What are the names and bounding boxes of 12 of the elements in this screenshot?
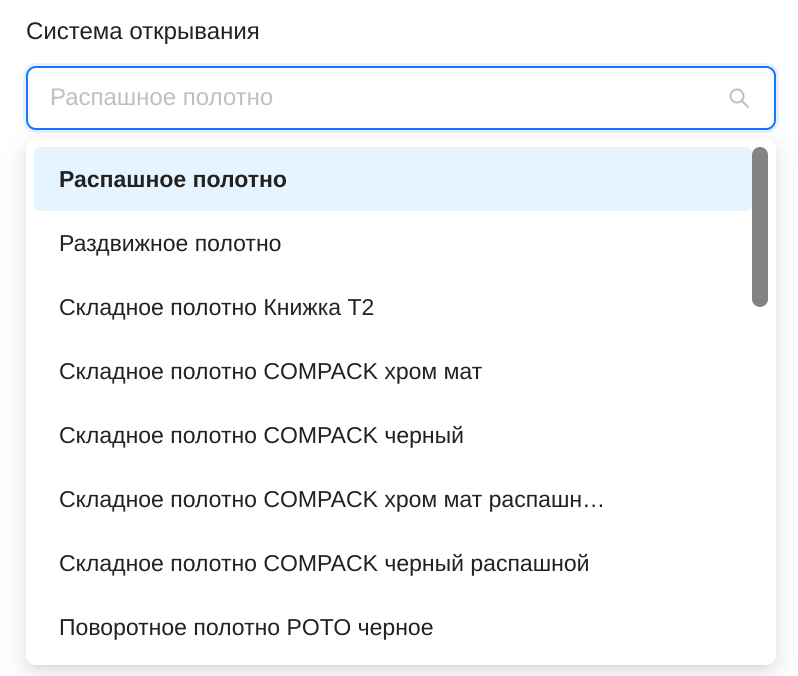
dropdown-option[interactable]: Распашное полотно bbox=[34, 147, 752, 211]
scrollbar-thumb[interactable] bbox=[752, 147, 768, 307]
search-field[interactable]: Распашное полотно bbox=[26, 66, 776, 130]
dropdown-option[interactable]: Раздвижное полотно bbox=[34, 211, 752, 275]
dropdown-option[interactable]: Складное полотно COMPACK хром мат bbox=[34, 339, 752, 403]
dropdown-option[interactable]: Складное полотно COMPACK черный bbox=[34, 403, 752, 467]
dropdown-option[interactable]: Складное полотно Книжка Т2 bbox=[34, 275, 752, 339]
dropdown-option[interactable]: Поворотное полотно POTO черное bbox=[34, 595, 752, 659]
search-icon bbox=[728, 87, 750, 109]
field-label: Система открывания bbox=[26, 18, 260, 46]
dropdown-option[interactable]: Складное полотно COMPACK черный распашной bbox=[34, 531, 752, 595]
dropdown-option[interactable]: Складное полотно COMPACK хром мат распашн… bbox=[34, 467, 752, 531]
